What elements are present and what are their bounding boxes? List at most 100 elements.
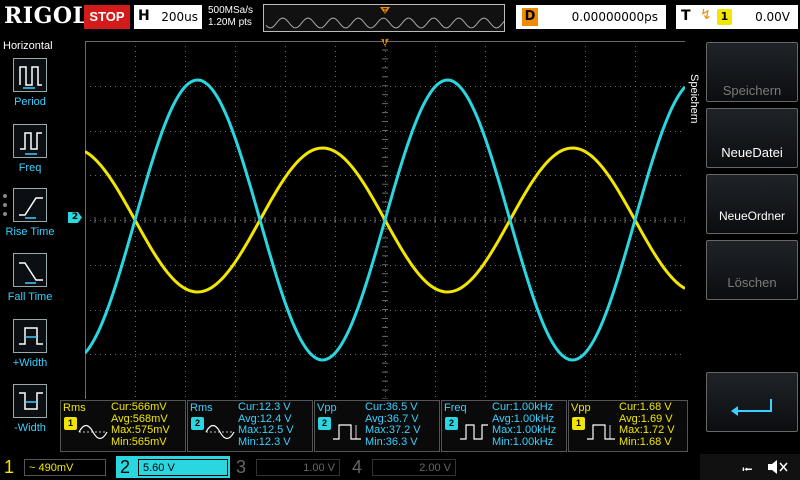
channel-scale: 2.00 V	[372, 459, 456, 476]
measurement-name: Freq	[444, 402, 467, 414]
timebase-box[interactable]: H 200us	[134, 5, 202, 29]
memory-depth: 1.20M pts	[208, 17, 252, 28]
delay-key: D	[522, 8, 538, 26]
fall-time-icon	[13, 253, 47, 287]
measurement-max: Max:1.00kHz	[492, 424, 557, 436]
usb-icon: ⭰	[742, 461, 753, 477]
measure-period-button[interactable]: Period	[0, 58, 60, 120]
measurement-item[interactable]: Freq 2 Cur:1.00kHz Avg:1.00kHz Max:1.00k…	[441, 400, 567, 452]
measurement-cur: Cur:12.3 V	[238, 401, 291, 413]
measurement-item[interactable]: Vpp 2 Cur:36.5 V Avg:36.7 V Max:37.2 V M…	[314, 400, 440, 452]
save-menu: Speichern Speichern NeueDatei NeueOrdner…	[686, 36, 800, 454]
measurement-name: Rms	[63, 402, 86, 414]
measurement-max: Max:1.72 V	[619, 424, 675, 436]
trigger-channel: 1	[717, 9, 732, 25]
measure-rise-time-button[interactable]: Rise Time	[0, 188, 60, 250]
measure-positive-width-label: +Width	[12, 357, 48, 369]
rms-icon	[205, 424, 235, 440]
measurement-min: Min:12.3 V	[238, 435, 291, 448]
measurement-min: Min:36.3 V	[365, 435, 418, 448]
frequency-icon	[460, 424, 488, 440]
trigger-box[interactable]: T ↯ 1 0.00V	[676, 5, 798, 29]
left-menu-title: Horizontal	[3, 40, 53, 52]
measurement-channel-badge: 2	[445, 417, 458, 430]
ch2-offset-marker[interactable]: 2	[68, 212, 82, 223]
brand-logo: RIGOL	[4, 3, 89, 29]
measurement-cur: Cur:1.68 V	[619, 401, 672, 413]
rising-edge-icon: ↯	[700, 7, 712, 23]
waveform-display[interactable]	[85, 41, 685, 399]
channel-3-tab[interactable]: 3 1.00 V	[232, 456, 348, 478]
measurement-min: Min:1.68 V	[619, 435, 672, 448]
measure-freq-button[interactable]: Freq	[0, 124, 60, 186]
vpp-icon	[333, 424, 361, 440]
measurement-item[interactable]: Vpp 1 Cur:1.68 V Avg:1.69 V Max:1.72 V M…	[568, 400, 688, 452]
memory-overview: T	[263, 4, 505, 32]
measurement-channel-badge: 2	[318, 417, 331, 430]
save-button[interactable]: Speichern	[706, 42, 798, 102]
new-folder-label: NeueOrdner	[718, 209, 786, 223]
delete-button[interactable]: Löschen	[706, 240, 798, 300]
return-arrow-icon	[731, 399, 772, 416]
delay-box[interactable]: D 0.00000000ps	[516, 5, 666, 29]
measurement-max: Max:12.5 V	[238, 424, 294, 436]
measurement-max: Max:575mV	[111, 424, 170, 436]
measurement-item[interactable]: Rms 2 Cur:12.3 V Avg:12.4 V Max:12.5 V M…	[187, 400, 313, 452]
trigger-key: T	[681, 8, 691, 24]
sample-rate: 500MSa/s	[208, 5, 254, 16]
measurement-cur: Cur:36.5 V	[365, 401, 418, 413]
measure-rise-time-label: Rise Time	[5, 226, 55, 238]
channel-status-bar: 1 ~ 490mV 2 5.60 V 3 1.00 V 4 2.00 V ⭰	[0, 454, 800, 480]
new-file-button[interactable]: NeueDatei	[706, 108, 798, 168]
channel-number: 1	[4, 457, 15, 477]
vpp-icon	[587, 424, 615, 440]
measurement-cur: Cur:566mV	[111, 401, 167, 413]
channel-2-tab[interactable]: 2 5.60 V	[116, 456, 230, 478]
measure-freq-label: Freq	[18, 162, 42, 174]
memory-trigger-label: T	[382, 7, 388, 15]
period-icon	[13, 58, 47, 92]
trigger-level: 0.00V	[755, 10, 790, 24]
measure-period-label: Period	[14, 96, 46, 108]
measurement-channel-badge: 2	[191, 417, 204, 430]
new-folder-button[interactable]: NeueOrdner	[706, 174, 798, 234]
run-stop-status[interactable]: STOP	[84, 5, 130, 29]
new-file-label: NeueDatei	[721, 145, 783, 160]
measurement-cur: Cur:1.00kHz	[492, 401, 554, 413]
timebase-value: 200us	[161, 10, 198, 24]
trigger-position-marker[interactable]: ▼ T	[379, 37, 391, 54]
channel-number: 4	[352, 457, 363, 477]
channel-scale: 5.60 V	[138, 459, 228, 476]
measure-negative-width-label: -Width	[14, 422, 46, 434]
measurement-name: Vpp	[317, 402, 337, 414]
measurement-min: Min:565mV	[111, 435, 167, 448]
rise-time-icon	[13, 188, 47, 222]
measurement-name: Vpp	[571, 402, 591, 414]
delay-value: 0.00000000ps	[571, 10, 658, 24]
measure-fall-time-button[interactable]: Fall Time	[0, 253, 60, 315]
measure-fall-time-label: Fall Time	[7, 291, 53, 303]
channel-1-tab[interactable]: 1 ~ 490mV	[0, 456, 116, 478]
positive-width-icon	[13, 319, 47, 353]
channel-scale: 1.00 V	[256, 459, 340, 476]
channel-number: 3	[236, 457, 247, 477]
memory-waveform-preview: T	[265, 7, 505, 29]
negative-width-icon	[13, 384, 47, 418]
save-button-label: Speichern	[722, 83, 782, 98]
acquisition-info: 500MSa/s 1.20M pts	[208, 5, 253, 29]
frequency-icon	[13, 124, 47, 158]
return-button[interactable]	[706, 372, 798, 432]
channel-4-tab[interactable]: 4 2.00 V	[348, 456, 464, 478]
measurement-results: Rms 1 Cur:566mV Avg:568mV Max:575mV Min:…	[60, 400, 688, 452]
measurement-max: Max:37.2 V	[365, 424, 421, 436]
measurement-item[interactable]: Rms 1 Cur:566mV Avg:568mV Max:575mV Min:…	[60, 400, 186, 452]
rms-icon	[78, 424, 108, 440]
waveform-grid	[85, 41, 685, 399]
horizontal-key: H	[138, 8, 150, 24]
channel-scale: ~ 490mV	[24, 459, 106, 476]
measure-positive-width-button[interactable]: +Width	[0, 319, 60, 381]
measure-negative-width-button[interactable]: -Width	[0, 384, 60, 446]
measurement-name: Rms	[190, 402, 213, 414]
channel-number: 2	[120, 457, 131, 477]
speaker-muted-icon[interactable]	[766, 459, 788, 475]
